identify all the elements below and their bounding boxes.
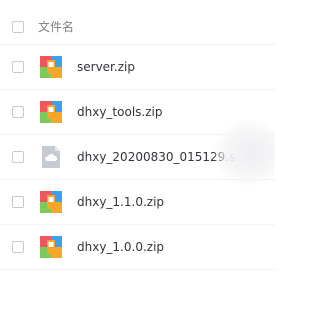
file-row[interactable]: dhxy_1.0.0.zip <box>0 225 275 270</box>
row-checkbox[interactable] <box>12 61 24 73</box>
archive-icon <box>40 56 62 78</box>
file-name[interactable]: dhxy_20200830_015129.s <box>77 149 235 165</box>
file-name[interactable]: server.zip <box>77 59 135 75</box>
cloud-file-icon <box>42 146 60 168</box>
row-checkbox[interactable] <box>12 106 24 118</box>
file-name[interactable]: dhxy_tools.zip <box>77 104 162 120</box>
file-name[interactable]: dhxy_1.0.0.zip <box>77 239 164 255</box>
archive-icon <box>40 236 62 258</box>
file-list-header: 文件名 <box>0 0 275 45</box>
filename-column-header[interactable]: 文件名 <box>38 19 74 35</box>
row-checkbox[interactable] <box>12 196 24 208</box>
row-checkbox[interactable] <box>12 151 24 163</box>
row-checkbox[interactable] <box>12 241 24 253</box>
file-row[interactable]: server.zip <box>0 45 275 90</box>
archive-icon <box>40 191 62 213</box>
archive-icon <box>40 101 62 123</box>
file-row[interactable]: dhxy_1.1.0.zip <box>0 180 275 225</box>
select-all-checkbox[interactable] <box>12 21 24 33</box>
redaction-blur <box>214 120 275 186</box>
file-name[interactable]: dhxy_1.1.0.zip <box>77 194 164 210</box>
